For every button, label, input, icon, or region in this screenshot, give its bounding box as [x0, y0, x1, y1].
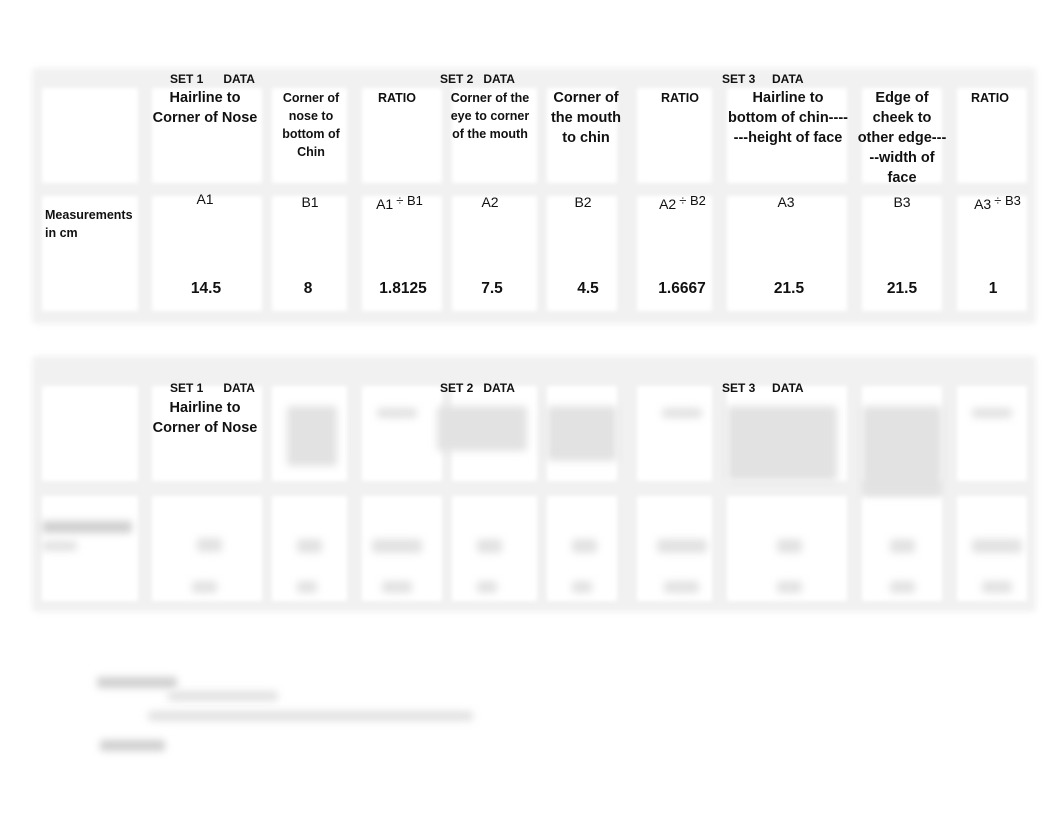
value-a2: 7.5 [481, 280, 503, 297]
formula-a3: A3 [777, 194, 795, 210]
formula-ratio-3: A3 ÷ B3 [974, 193, 1021, 212]
column-header-ratio-1: RATIO [378, 91, 416, 105]
table-2-column-header-hairline-to-nose: Hairline to Corner of Nose [152, 400, 258, 436]
formula-b3: B3 [893, 194, 911, 210]
value-a1: 14.5 [190, 280, 222, 297]
column-header-mouth-to-chin: Corner of the mouth to chin [550, 90, 622, 146]
set-2-label: SET 2 DATA [440, 72, 515, 86]
set-3-label: SET 3 DATA [722, 72, 804, 86]
column-header-nose-to-chin: Corner of nose to bottom of Chin [282, 91, 340, 159]
column-header-face-width: Edge of cheek to other edge-----width of… [857, 90, 947, 186]
set-1-label: SET 1 DATA [170, 72, 255, 86]
formula-ratio-2: A2 ÷ B2 [659, 193, 706, 212]
column-header-hairline-to-nose: Hairline to Corner of Nose [152, 90, 258, 126]
table-2-set-3-label: SET 3 DATA [722, 381, 804, 395]
value-ratio-2: 1.6667 [658, 280, 706, 297]
column-header-face-height: Hairline to bottom of chin-------height … [728, 90, 848, 146]
column-header-ratio-2: RATIO [661, 91, 699, 105]
column-header-ratio-3: RATIO [971, 91, 1009, 105]
formula-a2: A2 [481, 194, 499, 210]
formula-a1: A1 [196, 191, 214, 207]
value-ratio-3: 1 [988, 280, 998, 297]
value-b2: 4.5 [577, 280, 599, 297]
value-b3: 21.5 [886, 280, 918, 297]
formula-b2: B2 [574, 194, 592, 210]
table-2-set-1-label: SET 1 DATA [170, 381, 255, 395]
value-a3: 21.5 [773, 280, 805, 297]
value-b1: 8 [303, 280, 313, 297]
formula-b1: B1 [301, 194, 319, 210]
value-ratio-1: 1.8125 [379, 280, 427, 297]
column-header-eye-to-mouth: Corner of the eye to corner of the mouth [450, 91, 530, 141]
row-label-measurements: Measurements in cm [45, 208, 133, 240]
table-2-set-2-label: SET 2 DATA [440, 381, 515, 395]
formula-ratio-1: A1 ÷ B1 [376, 193, 423, 212]
